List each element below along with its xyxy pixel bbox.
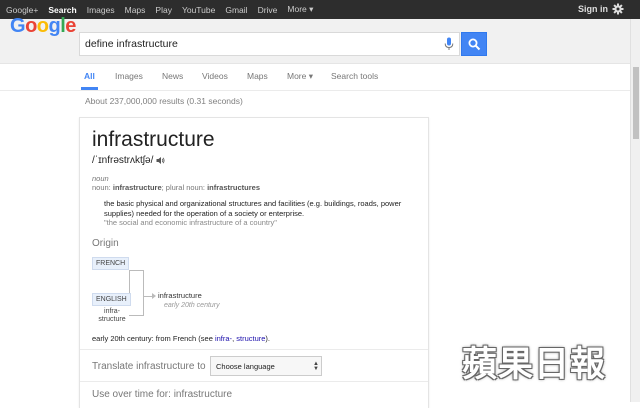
- use-over-time-label[interactable]: Use over time for: infrastructure: [92, 389, 232, 400]
- origin-badge-english: ENGLISH: [92, 293, 131, 306]
- card-divider: [80, 349, 428, 350]
- apple-daily-watermark: 蘋果日報: [462, 345, 607, 385]
- translate-label: Translate infrastructure to: [92, 361, 206, 372]
- top-nav-more[interactable]: More ▾: [287, 4, 313, 15]
- active-tab-indicator: [81, 87, 98, 90]
- origin-connector-vertical: [129, 270, 130, 294]
- top-nav-google-plus[interactable]: Google+: [6, 5, 38, 15]
- sign-in-link[interactable]: Sign in: [578, 4, 608, 14]
- word-forms: noun: infrastructure; plural noun: infra…: [92, 183, 261, 192]
- tab-search-tools[interactable]: Search tools: [331, 71, 378, 81]
- result-tabs: All Images News Videos Maps More ▾ Searc…: [0, 64, 630, 91]
- origin-evolved-century: early 20th century: [164, 302, 220, 309]
- magnifier-icon: [468, 38, 481, 51]
- speaker-icon[interactable]: [156, 156, 165, 165]
- dictionary-card: infrastructure /ˈɪnfrəstrʌktʃə/ noun nou…: [79, 117, 429, 408]
- gear-icon[interactable]: [612, 3, 624, 15]
- search-box: [79, 32, 460, 56]
- microphone-icon[interactable]: [444, 37, 454, 51]
- part-of-speech: noun: [92, 174, 109, 183]
- origin-evolved-word: infrastructure: [158, 291, 202, 300]
- top-nav-search[interactable]: Search: [48, 5, 76, 15]
- phonetic-row: /ˈɪnfrəstrʌktʃə/: [92, 155, 165, 166]
- scrollbar-thumb[interactable]: [633, 67, 639, 139]
- tab-maps[interactable]: Maps: [247, 71, 268, 81]
- results-stats: About 237,000,000 results (0.31 seconds): [85, 96, 243, 106]
- origin-heading: Origin: [92, 238, 119, 249]
- search-button[interactable]: [461, 32, 487, 56]
- origin-badge-french: FRENCH: [92, 257, 130, 270]
- top-nav-gmail[interactable]: Gmail: [225, 5, 247, 15]
- etymology-text: early 20th century: from French (see inf…: [92, 334, 271, 343]
- top-bar: Google+ Search Images Maps Play YouTube …: [0, 0, 640, 19]
- tab-all[interactable]: All: [84, 71, 95, 81]
- top-nav-play[interactable]: Play: [155, 5, 172, 15]
- tab-images[interactable]: Images: [115, 71, 143, 81]
- top-nav-youtube[interactable]: YouTube: [182, 5, 215, 15]
- google-logo[interactable]: Google: [10, 15, 76, 38]
- etymology-link-structure[interactable]: structure: [236, 334, 265, 343]
- origin-arrow-icon: [152, 293, 156, 299]
- origin-connector-top: [129, 270, 143, 271]
- card-divider-2: [80, 381, 428, 382]
- top-nav-images[interactable]: Images: [87, 5, 115, 15]
- phonetic-text: /ˈɪnfrəstrʌktʃə/: [92, 155, 154, 166]
- tab-more[interactable]: More ▾: [287, 71, 313, 82]
- language-select[interactable]: Choose language ▲ ▼: [210, 356, 322, 376]
- origin-connector-bracket: [143, 270, 144, 316]
- top-nav-drive[interactable]: Drive: [258, 5, 278, 15]
- origin-morphemes: infra- structure: [98, 308, 126, 323]
- top-nav-maps[interactable]: Maps: [125, 5, 146, 15]
- dictionary-word: infrastructure: [92, 128, 215, 151]
- etymology-link-infra[interactable]: infra-: [215, 334, 232, 343]
- definition-text: the basic physical and organizational st…: [104, 199, 402, 218]
- select-arrows-icon: ▲ ▼: [313, 361, 319, 372]
- tab-videos[interactable]: Videos: [202, 71, 228, 81]
- page-scrollbar[interactable]: [630, 19, 640, 402]
- example-sentence: "the social and economic infrastructure …: [104, 218, 277, 227]
- language-select-value: Choose language: [216, 362, 275, 371]
- tab-news[interactable]: News: [162, 71, 183, 81]
- search-input[interactable]: [85, 36, 425, 52]
